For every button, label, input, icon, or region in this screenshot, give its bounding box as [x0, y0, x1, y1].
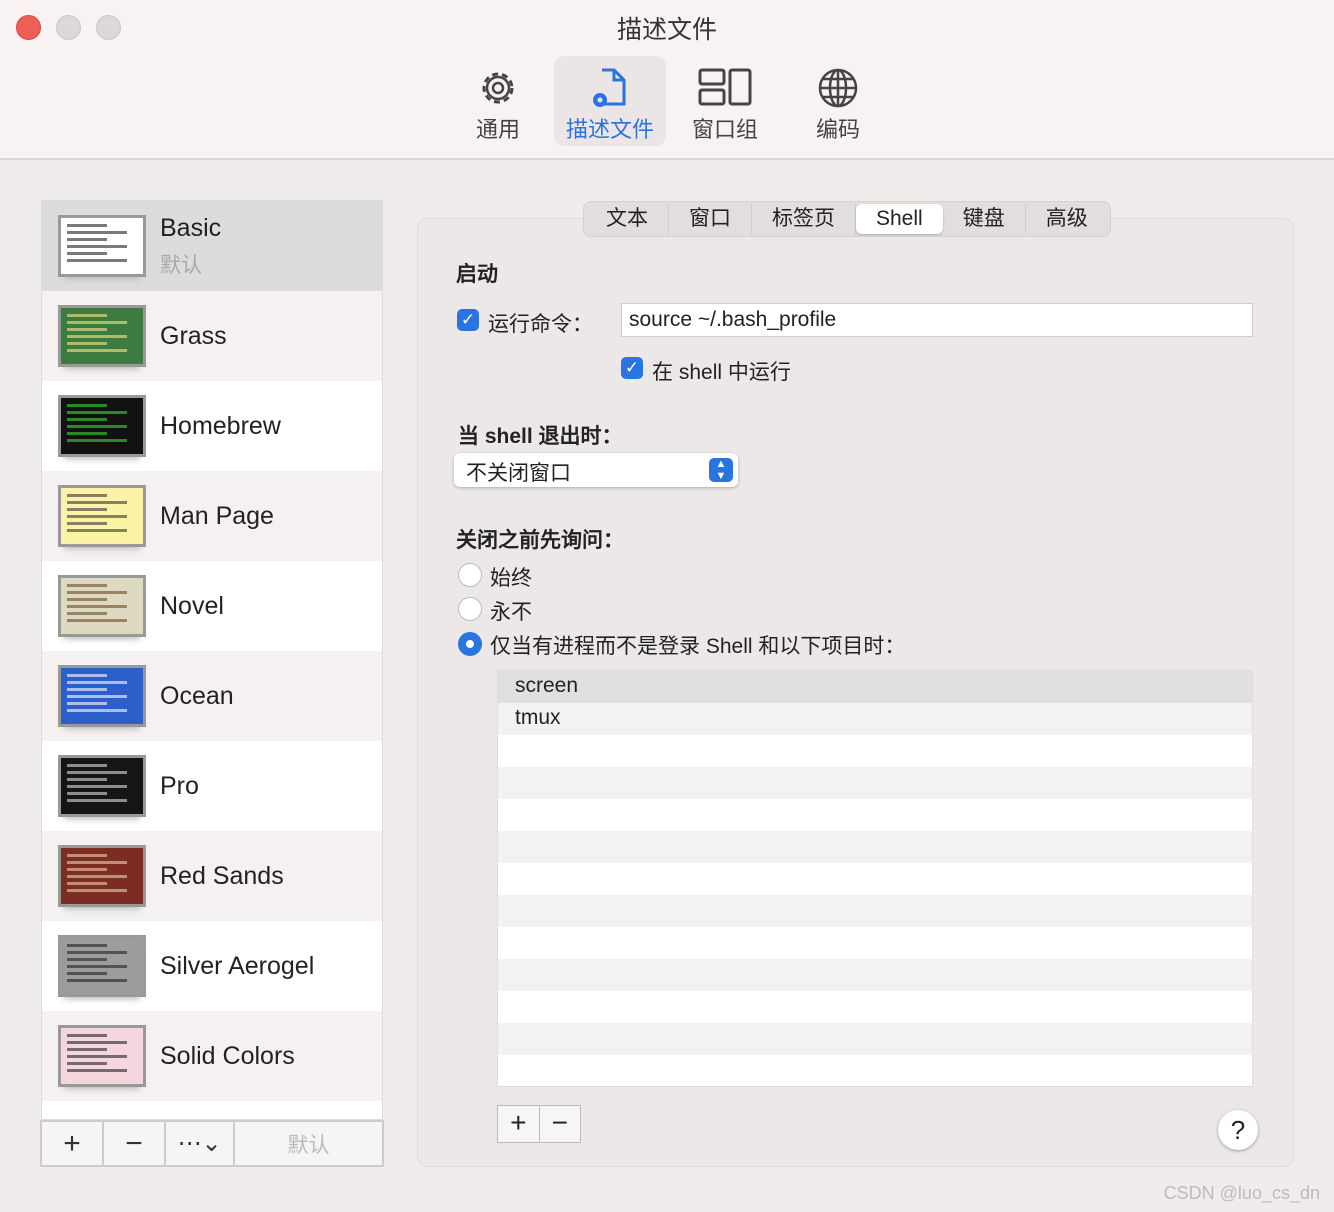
tab-advanced[interactable]: 高级: [1026, 204, 1108, 234]
profile-name: Homebrew: [160, 411, 281, 440]
ask-before-close-heading: 关闭之前先询问：: [456, 529, 624, 552]
help-button[interactable]: ?: [1218, 1110, 1258, 1150]
profile-thumbnail: [58, 665, 146, 727]
toolbar-label: 编码: [815, 117, 860, 142]
radio-always[interactable]: [458, 563, 482, 587]
profile-name: Red Sands: [160, 861, 284, 890]
more-actions-button[interactable]: ⋯⌄: [166, 1122, 235, 1165]
profile-name: Ocean: [160, 681, 234, 710]
radio-never[interactable]: [458, 597, 482, 621]
profile-item[interactable]: Basic 默认: [42, 201, 382, 291]
profile-thumbnail: [58, 305, 146, 367]
profile-item[interactable]: Red Sands: [42, 831, 382, 921]
profile-thumbnail: [58, 575, 146, 637]
tab-shell[interactable]: Shell: [856, 204, 943, 234]
tab-keyboard[interactable]: 键盘: [943, 204, 1026, 234]
process-list[interactable]: screen tmux: [497, 670, 1253, 1087]
command-input[interactable]: source ~/.bash_profile: [621, 303, 1253, 337]
profile-name: Pro: [160, 771, 199, 800]
radio-if-processes[interactable]: [458, 632, 482, 656]
run-command-checkbox[interactable]: ✓: [457, 309, 479, 331]
tab-text[interactable]: 文本: [586, 204, 669, 234]
profile-thumbnail: [58, 1025, 146, 1087]
profile-item[interactable]: Solid Colors: [42, 1011, 382, 1101]
profile-list-actions: + − ⋯⌄ 默认: [40, 1120, 384, 1167]
startup-heading: 启动: [456, 263, 498, 286]
profile-item[interactable]: Man Page: [42, 471, 382, 561]
remove-profile-button[interactable]: −: [104, 1122, 166, 1165]
profile-item[interactable]: Silver Aerogel: [42, 921, 382, 1011]
radio-never-label: 永不: [490, 601, 532, 624]
settings-tabs: 文本 窗口 标签页 Shell 键盘 高级: [583, 201, 1111, 237]
profile-thumbnail: [58, 845, 146, 907]
toolbar: 描述文件 通用 描述文件 窗口组 编码: [0, 0, 1334, 160]
profile-list[interactable]: Basic 默认 Grass Homebrew Man Page Novel Oc…: [41, 200, 383, 1120]
profile-name: Silver Aerogel: [160, 951, 315, 980]
profile-thumbnail: [58, 395, 146, 457]
tab-tabs[interactable]: 标签页: [752, 204, 856, 234]
globe-icon: [818, 68, 858, 108]
profile-thumbnail: [58, 755, 146, 817]
profile-item[interactable]: Grass: [42, 291, 382, 381]
profile-thumbnail: [58, 215, 146, 277]
add-profile-button[interactable]: +: [42, 1122, 104, 1165]
radio-always-label: 始终: [490, 567, 532, 590]
watermark: CSDN @luo_cs_dn: [1163, 1183, 1320, 1203]
set-default-button[interactable]: 默认: [235, 1122, 382, 1165]
profile-name: Novel: [160, 591, 224, 620]
toolbar-label: 窗口组: [691, 117, 758, 142]
window-group-icon: [698, 68, 752, 106]
profile-default-label: 默认: [160, 253, 202, 277]
profile-name: Solid Colors: [160, 1041, 295, 1070]
toolbar-general[interactable]: 通用: [442, 56, 554, 146]
profile-doc-icon: [593, 68, 626, 107]
run-in-shell-checkbox[interactable]: ✓: [621, 357, 643, 379]
updown-chevron-icon: ▲ ▼: [709, 458, 733, 482]
run-in-shell-label: 在 shell 中运行: [652, 361, 791, 384]
process-row[interactable]: tmux: [498, 703, 1252, 735]
profile-thumbnail: [58, 935, 146, 997]
add-process-button[interactable]: +: [498, 1106, 540, 1142]
process-row[interactable]: screen: [498, 671, 1252, 703]
run-command-label: 运行命令：: [488, 313, 593, 336]
tab-window[interactable]: 窗口: [669, 204, 752, 234]
remove-process-button[interactable]: −: [540, 1106, 581, 1142]
radio-if-processes-label: 仅当有进程而不是登录 Shell 和以下项目时：: [490, 635, 906, 658]
profile-name: Basic: [160, 213, 222, 242]
profile-name: Grass: [160, 321, 227, 350]
toolbar-window-groups[interactable]: 窗口组: [669, 56, 781, 146]
profile-item[interactable]: Ocean: [42, 651, 382, 741]
window-title: 描述文件: [616, 16, 717, 44]
profile-name: Man Page: [160, 501, 274, 530]
process-list-actions: + −: [497, 1105, 581, 1143]
profile-item[interactable]: Homebrew: [42, 381, 382, 471]
on-exit-value: 不关闭窗口: [466, 462, 571, 485]
on-exit-heading: 当 shell 退出时：: [458, 425, 623, 448]
toolbar-label: 描述文件: [565, 117, 654, 142]
on-exit-select[interactable]: 不关闭窗口 ▲ ▼: [454, 453, 738, 487]
toolbar-label: 通用: [475, 117, 520, 142]
toolbar-profiles[interactable]: 描述文件: [554, 56, 666, 146]
profile-item[interactable]: Pro: [42, 741, 382, 831]
gear-icon: [482, 72, 514, 104]
profile-item[interactable]: Novel: [42, 561, 382, 651]
toolbar-encodings[interactable]: 编码: [782, 56, 894, 146]
profile-thumbnail: [58, 485, 146, 547]
